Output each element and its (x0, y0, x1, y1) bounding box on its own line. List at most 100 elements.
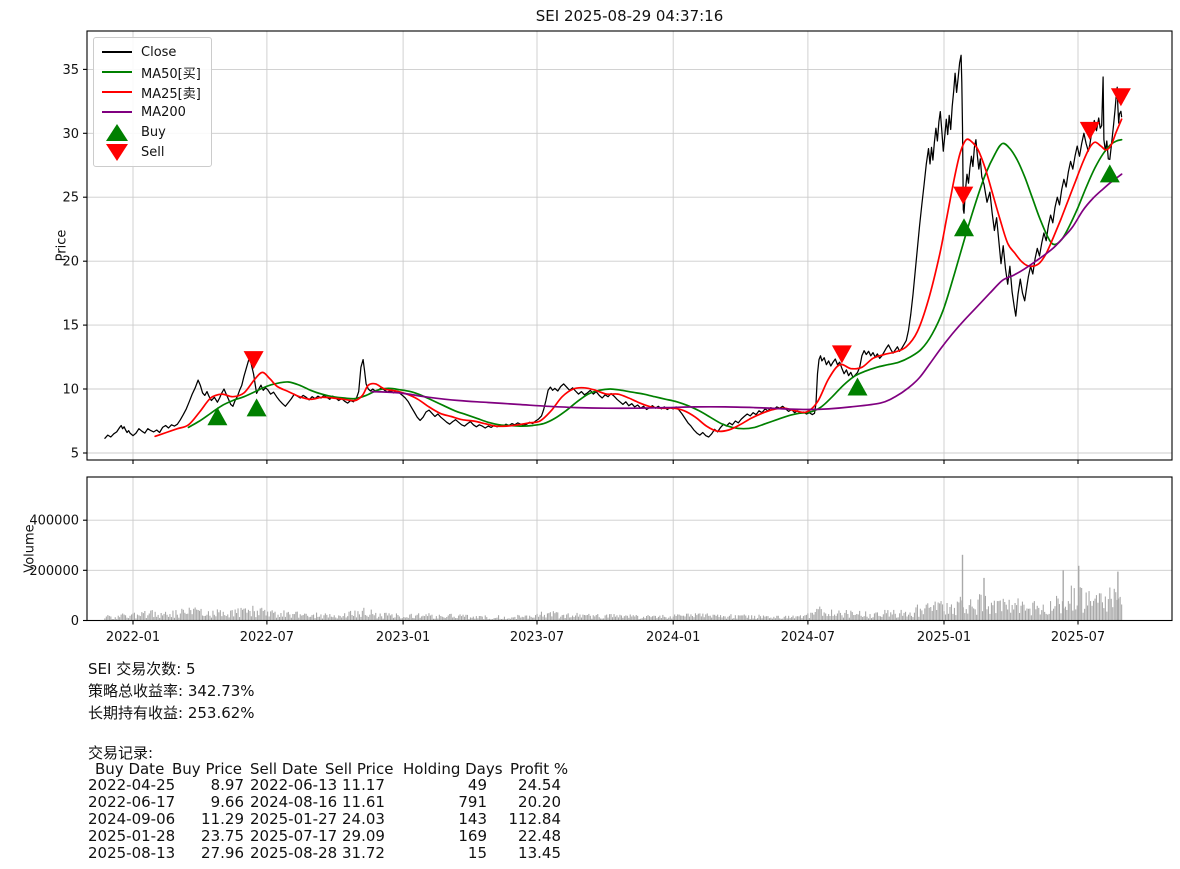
stats-block: SEI 交易次数: 5 策略总收益率: 342.73% 长期持有收益: 253.… (88, 658, 255, 724)
x-tick-label: 2024-07 (781, 630, 835, 645)
trade-cell: 24.03 (342, 811, 382, 828)
trades-header: Sell Date (250, 760, 318, 778)
stat-hold-return: 长期持有收益: 253.62% (88, 702, 255, 724)
close-line (105, 55, 1122, 438)
price-tick-label: 25 (62, 191, 79, 206)
trade-cell: 2025-01-28 (88, 828, 180, 845)
legend-line-swatch (102, 71, 132, 73)
trade-cell: 9.66 (180, 794, 244, 811)
trade-cell: 2022-06-17 (88, 794, 180, 811)
buy-marker (207, 407, 227, 425)
sell-triangle-icon (102, 143, 132, 162)
buy-marker (247, 398, 267, 416)
legend-label: Close (141, 45, 176, 60)
trade-cell: 2024-09-06 (88, 811, 180, 828)
trades-header-row: Buy DateBuy PriceSell DateSell PriceHold… (88, 760, 561, 777)
legend-item-ma50-: MA50[买] (102, 62, 201, 82)
trade-cell: 2025-08-13 (88, 845, 180, 862)
sell-marker (953, 187, 973, 205)
x-tick-label: 2023-01 (376, 630, 430, 645)
trade-cell: 15 (382, 845, 487, 862)
legend-label: MA50[买] (141, 63, 201, 82)
trade-cell: 22.48 (487, 828, 561, 845)
trades-title: 交易记录: (88, 742, 561, 760)
trades-section: 交易记录: Buy Date Buy Price Sell Date Sell Pri… (88, 742, 561, 862)
ma200-line (372, 174, 1122, 409)
legend-label: MA200 (141, 105, 186, 120)
sell-marker (1111, 88, 1131, 106)
trade-cell: 23.75 (180, 828, 244, 845)
x-tick-label: 2023-07 (510, 630, 564, 645)
buy-marker (848, 378, 868, 396)
price-tick-label: 5 (71, 447, 79, 462)
trade-cell: 49 (382, 777, 487, 794)
volume-frame (87, 477, 1172, 621)
legend-item-ma200: MA200 (102, 102, 201, 122)
stat-trade-count: SEI 交易次数: 5 (88, 658, 255, 680)
trade-cell: 2025-07-17 (244, 828, 342, 845)
trade-cell: 2025-01-27 (244, 811, 342, 828)
legend-line-swatch (102, 91, 132, 93)
trades-rows: 2022-04-258.972022-06-1311.174924.542022… (88, 777, 561, 862)
legend-label: Buy (141, 125, 166, 140)
trade-cell: 2025-08-28 (244, 845, 342, 862)
trade-cell: 20.20 (487, 794, 561, 811)
trades-header: Profit % (510, 760, 568, 778)
trade-cell: 169 (382, 828, 487, 845)
x-tick-label: 2022-01 (106, 630, 160, 645)
trade-cell: 112.84 (487, 811, 561, 828)
trade-row: 2022-06-179.662024-08-1611.6179120.20 (88, 794, 561, 811)
trades-header: Buy Price (172, 760, 242, 778)
price-tick-label: 15 (62, 319, 79, 334)
trade-cell: 8.97 (180, 777, 244, 794)
trade-row: 2025-08-1327.962025-08-2831.721513.45 (88, 845, 561, 862)
volume-tick-label: 0 (71, 614, 79, 629)
legend-item-close: Close (102, 42, 201, 62)
trades-header: Sell Price (325, 760, 393, 778)
trade-cell: 24.54 (487, 777, 561, 794)
volume-bars (104, 555, 1122, 621)
trade-cell: 2022-04-25 (88, 777, 180, 794)
buy-marker (1100, 164, 1120, 182)
legend-line-swatch (102, 51, 132, 53)
legend-item-ma25-: MA25[卖] (102, 82, 201, 102)
x-tick-label: 2022-07 (240, 630, 294, 645)
legend-label: Sell (141, 145, 164, 160)
trade-cell: 27.96 (180, 845, 244, 862)
figure: 510152025303502000004000002022-012022-07… (0, 0, 1180, 869)
trade-cell: 143 (382, 811, 487, 828)
trade-cell: 11.29 (180, 811, 244, 828)
gridlines (87, 31, 1172, 621)
sell-marker (832, 345, 852, 363)
price-tick-label: 10 (62, 383, 79, 398)
legend: Close MA50[买]MA25[卖] MA200 Buy Sell (93, 37, 212, 167)
trade-cell: 29.09 (342, 828, 382, 845)
stat-strategy-return: 策略总收益率: 342.73% (88, 680, 255, 702)
trade-cell: 13.45 (487, 845, 561, 862)
trade-cell: 2022-06-13 (244, 777, 342, 794)
price-tick-label: 30 (62, 127, 79, 142)
buy-triangle-icon (102, 123, 132, 142)
buy-marker (954, 218, 974, 236)
price-tick-label: 35 (62, 63, 79, 78)
price-axis-label: Price (55, 224, 70, 268)
axes-frames (83, 31, 1172, 625)
trades-header: Buy Date (95, 760, 164, 778)
chart-title: SEI 2025-08-29 04:37:16 (87, 7, 1172, 25)
trade-cell: 791 (382, 794, 487, 811)
trade-row: 2024-09-0611.292025-01-2724.03143112.84 (88, 811, 561, 828)
trade-cell: 2024-08-16 (244, 794, 342, 811)
legend-label: MA25[卖] (141, 83, 201, 102)
x-tick-label: 2025-01 (917, 630, 971, 645)
legend-line-swatch (102, 111, 132, 113)
volume-axis-label: Volume (23, 521, 38, 577)
x-tick-label: 2024-01 (646, 630, 700, 645)
legend-item-buy: Buy (102, 122, 201, 142)
trade-cell: 11.61 (342, 794, 382, 811)
x-tick-label: 2025-07 (1051, 630, 1105, 645)
trade-cell: 31.72 (342, 845, 382, 862)
ma50--line (189, 140, 1122, 429)
legend-item-sell: Sell (102, 142, 201, 162)
trade-markers (207, 88, 1131, 425)
trade-row: 2025-01-2823.752025-07-1729.0916922.48 (88, 828, 561, 845)
